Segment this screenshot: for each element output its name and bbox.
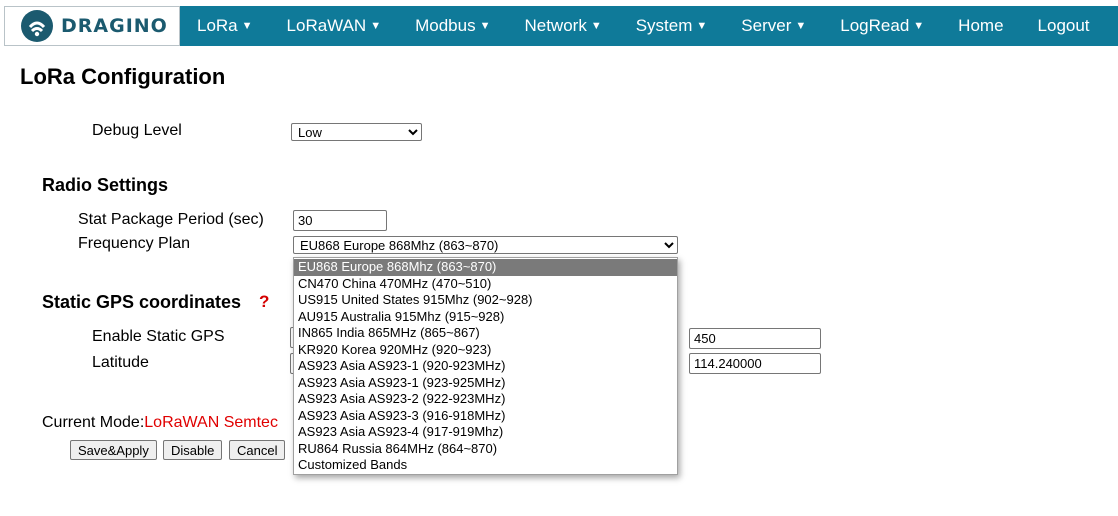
frequency-option[interactable]: AS923 Asia AS923-1 (920-923MHz) — [294, 358, 677, 375]
frequency-option[interactable]: AS923 Asia AS923-1 (923-925MHz) — [294, 375, 677, 392]
nav-item-system[interactable]: System ▼ — [619, 6, 725, 46]
static-gps-title: Static GPS coordinates — [42, 292, 242, 312]
caret-down-icon: ▼ — [913, 20, 925, 32]
current-mode-label: Current Mode: — [42, 414, 145, 431]
debug-level-label: Debug Level — [92, 122, 182, 139]
top-navbar: DRAGINO LoRa ▼ LoRaWAN ▼ Modbus ▼ Network ▼ Syst… — [4, 6, 1118, 46]
frequency-option[interactable]: EU868 Europe 868Mhz (863~870) — [294, 259, 677, 276]
nav-item-label: Server — [741, 16, 792, 35]
nav-item-network[interactable]: Network ▼ — [507, 6, 618, 46]
nav-item-label: Network — [524, 16, 587, 35]
nav-item-label: Modbus — [415, 16, 476, 35]
current-mode: Current Mode:LoRaWAN Semtec — [42, 414, 278, 432]
nav-item-home[interactable]: Home — [941, 6, 1020, 46]
cancel-button[interactable]: Cancel — [229, 440, 286, 460]
nav-item-lora[interactable]: LoRa ▼ — [180, 6, 270, 46]
nav-item-label: LoRaWAN — [286, 16, 367, 35]
frequency-option[interactable]: Customized Bands — [294, 457, 677, 474]
nav-item-logout[interactable]: Logout — [1021, 6, 1107, 46]
save-apply-button[interactable]: Save&Apply — [70, 440, 157, 460]
brand-name: DRAGINO — [61, 15, 168, 37]
stat-period-label: Stat Package Period (sec) — [78, 211, 264, 228]
nav-item-label: Logout — [1037, 16, 1090, 35]
enable-static-gps-label: Enable Static GPS — [92, 328, 225, 345]
caret-down-icon: ▼ — [370, 20, 382, 32]
current-mode-value: LoRaWAN Semtec — [144, 414, 278, 431]
nav-item-logread[interactable]: LogRead ▼ — [823, 6, 941, 46]
frequency-option[interactable]: IN865 India 865MHz (865~867) — [294, 325, 677, 342]
altitude-input[interactable] — [689, 328, 821, 349]
caret-down-icon: ▼ — [241, 20, 253, 32]
nav-item-label: LogRead — [840, 16, 910, 35]
frequency-plan-select[interactable]: EU868 Europe 868Mhz (863~870) — [293, 236, 678, 254]
caret-down-icon: ▼ — [795, 20, 807, 32]
brand-logo[interactable]: DRAGINO — [4, 6, 180, 46]
frequency-plan-dropdown[interactable]: EU868 Europe 868Mhz (863~870) CN470 China… — [293, 257, 678, 475]
page-title: LoRa Configuration — [20, 64, 226, 89]
caret-down-icon: ▼ — [590, 20, 602, 32]
frequency-plan-label: Frequency Plan — [78, 235, 191, 252]
longitude-input[interactable] — [689, 353, 821, 374]
dragino-logo-icon — [21, 10, 53, 42]
frequency-option[interactable]: AU915 Australia 915Mhz (915~928) — [294, 309, 677, 326]
debug-level-select[interactable]: Low — [291, 123, 422, 141]
caret-down-icon: ▼ — [696, 20, 708, 32]
nav-item-lorawan[interactable]: LoRaWAN ▼ — [270, 6, 399, 46]
frequency-option[interactable]: AS923 Asia AS923-3 (916-918MHz) — [294, 408, 677, 425]
nav-item-label: System — [635, 16, 693, 35]
disable-button[interactable]: Disable — [163, 440, 223, 460]
caret-down-icon: ▼ — [479, 20, 491, 32]
nav-item-label: LoRa — [197, 16, 238, 35]
frequency-option[interactable]: AS923 Asia AS923-4 (917-919Mhz) — [294, 424, 677, 441]
frequency-option[interactable]: RU864 Russia 864MHz (864~870) — [294, 441, 677, 458]
nav-item-label: Home — [958, 16, 1004, 35]
latitude-label: Latitude — [92, 354, 149, 371]
stat-period-input[interactable] — [293, 210, 387, 231]
nav-item-modbus[interactable]: Modbus ▼ — [398, 6, 507, 46]
frequency-option[interactable]: KR920 Korea 920MHz (920~923) — [294, 342, 677, 359]
frequency-option[interactable]: AS923 Asia AS923-2 (922-923MHz) — [294, 391, 677, 408]
frequency-option[interactable]: CN470 China 470MHz (470~510) — [294, 276, 677, 293]
radio-settings-title: Radio Settings — [42, 175, 169, 195]
help-icon[interactable]: ? — [259, 292, 269, 312]
frequency-option[interactable]: US915 United States 915Mhz (902~928) — [294, 292, 677, 309]
nav-item-server[interactable]: Server ▼ — [724, 6, 823, 46]
